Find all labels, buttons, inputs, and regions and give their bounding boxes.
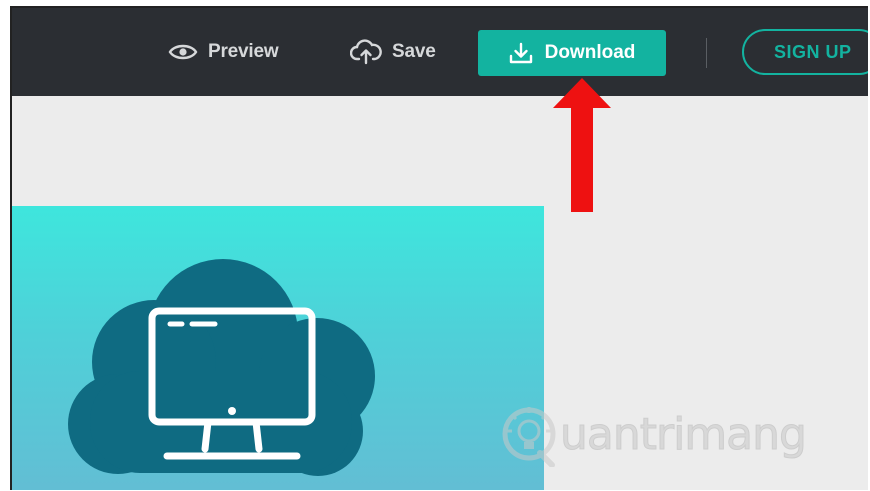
download-button[interactable]: Download [478,30,666,76]
watermark: uantrimang [500,394,808,474]
sign-up-button[interactable]: SIGN UP [742,29,868,75]
lightbulb-icon [500,401,558,467]
download-icon [509,42,533,64]
save-button[interactable]: Save [350,34,436,70]
sign-up-label: SIGN UP [774,41,852,62]
preview-label: Preview [208,41,279,62]
editor-window: Preview Save Download SIGN UP uantrimang [10,6,868,490]
watermark-text: uantrimang [560,408,808,460]
download-label: Download [544,42,636,63]
save-label: Save [392,41,436,62]
red-arrow-annotation [547,76,617,216]
preview-button[interactable]: Preview [168,34,279,70]
cloud-upload-icon [350,39,382,65]
top-toolbar: Preview Save Download SIGN UP [12,8,868,96]
toolbar-divider [706,38,707,68]
eye-icon [168,42,198,62]
cloud-monitor-icon [12,206,544,490]
design-canvas-card[interactable] [12,206,544,490]
